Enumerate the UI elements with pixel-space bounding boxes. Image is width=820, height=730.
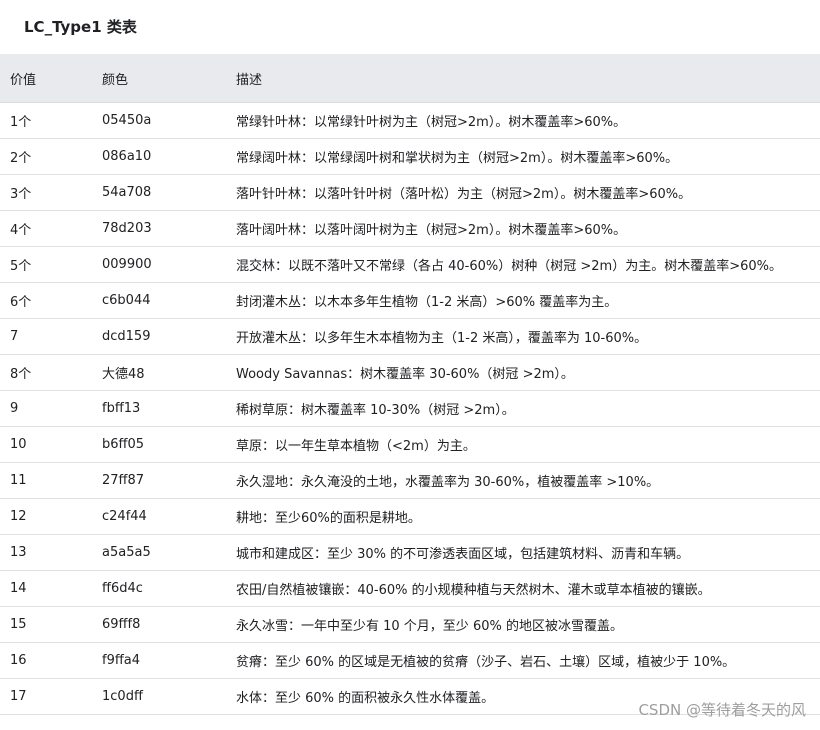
cell-value: 14 (0, 570, 92, 607)
table-row: 1个 05450a 常绿针叶林：以常绿针叶树为主（树冠>2m）。树木覆盖率>60%。 (0, 102, 820, 139)
page-title: LC_Type1 类表 (24, 18, 137, 36)
cell-description: 落叶针叶林：以落叶针叶树（落叶松）为主（树冠>2m）。树木覆盖率>60%。 (226, 174, 820, 211)
table-row: 4个 78d203 落叶阔叶林：以落叶阔叶树为主（树冠>2m）。树木覆盖率>60%。 (0, 210, 820, 247)
cell-color-code: ff6d4c (92, 570, 226, 607)
cell-description: 开放灌木丛：以多年生木本植物为主（1-2 米高），覆盖率为 10-60%。 (226, 318, 820, 355)
table-row: 10 b6ff05 草原：以一年生草本植物（<2m）为主。 (0, 426, 820, 463)
table-header-row: 价值 颜色 描述 (0, 54, 820, 103)
cell-description: 耕地：至少60%的面积是耕地。 (226, 498, 820, 535)
cell-value: 5个 (0, 246, 92, 283)
cell-value: 17 (0, 678, 92, 715)
cell-value: 2个 (0, 138, 92, 175)
header-color: 颜色 (92, 54, 226, 103)
table-row: 3个 54a708 落叶针叶林：以落叶针叶树（落叶松）为主（树冠>2m）。树木覆盖率… (0, 174, 820, 211)
cell-color-code: b6ff05 (92, 426, 226, 463)
cell-value: 3个 (0, 174, 92, 211)
table-row: 9 fbff13 稀树草原：树木覆盖率 10-30%（树冠 >2m）。 (0, 390, 820, 427)
cell-color-code: 086a10 (92, 138, 226, 175)
cell-value: 6个 (0, 282, 92, 319)
cell-value: 16 (0, 642, 92, 679)
cell-description: 稀树草原：树木覆盖率 10-30%（树冠 >2m）。 (226, 390, 820, 427)
header-description: 描述 (226, 54, 820, 103)
cell-value: 13 (0, 534, 92, 571)
cell-color-code: 009900 (92, 246, 226, 283)
cell-description: 永久湿地：永久淹没的土地，水覆盖率为 30-60%，植被覆盖率 >10%。 (226, 462, 820, 499)
table-row: 15 69fff8 永久冰雪：一年中至少有 10 个月，至少 60% 的地区被冰雪覆… (0, 606, 820, 643)
cell-color-code: 54a708 (92, 174, 226, 211)
watermark: CSDN @等待着冬天的风 (638, 701, 806, 719)
cell-color-code: 大德48 (92, 354, 226, 391)
table-row: 2个 086a10 常绿阔叶林：以常绿阔叶树和掌状树为主（树冠>2m）。树木覆盖率>… (0, 138, 820, 175)
table-row: 8个 大德48 Woody Savannas：树木覆盖率 30-60%（树冠 >2m… (0, 354, 820, 391)
cell-color-code: 27ff87 (92, 462, 226, 499)
cell-description: 常绿阔叶林：以常绿阔叶树和掌状树为主（树冠>2m）。树木覆盖率>60%。 (226, 138, 820, 175)
table-row: 16 f9ffa4 贫瘠：至少 60% 的区域是无植被的贫瘠（沙子、岩石、土壤）区域… (0, 642, 820, 679)
table-row: 11 27ff87 永久湿地：永久淹没的土地，水覆盖率为 30-60%，植被覆盖率 … (0, 462, 820, 499)
table-row: 12 c24f44 耕地：至少60%的面积是耕地。 (0, 498, 820, 535)
cell-color-code: 78d203 (92, 210, 226, 247)
cell-description: 混交林：以既不落叶又不常绿（各占 40-60%）树种（树冠 >2m）为主。树木覆… (226, 246, 820, 283)
cell-color-code: c24f44 (92, 498, 226, 535)
cell-color-code: 1c0dff (92, 678, 226, 715)
cell-description: 落叶阔叶林：以落叶阔叶树为主（树冠>2m）。树木覆盖率>60%。 (226, 210, 820, 247)
cell-description: 贫瘠：至少 60% 的区域是无植被的贫瘠（沙子、岩石、土壤）区域，植被少于 10… (226, 642, 820, 679)
header-value: 价值 (0, 54, 92, 103)
table-row: 14 ff6d4c 农田/自然植被镶嵌：40-60% 的小规模种植与天然树木、灌木或… (0, 570, 820, 607)
cell-description: 常绿针叶林：以常绿针叶树为主（树冠>2m）。树木覆盖率>60%。 (226, 102, 820, 139)
cell-value: 12 (0, 498, 92, 535)
cell-color-code: fbff13 (92, 390, 226, 427)
cell-color-code: 05450a (92, 102, 226, 139)
cell-color-code: 69fff8 (92, 606, 226, 643)
table-header: 价值 颜色 描述 (0, 54, 820, 103)
cell-color-code: a5a5a5 (92, 534, 226, 571)
cell-color-code: dcd159 (92, 318, 226, 355)
cell-color-code: c6b044 (92, 282, 226, 319)
cell-value: 4个 (0, 210, 92, 247)
cell-description: 封闭灌木丛：以木本多年生植物（1-2 米高）>60% 覆盖率为主。 (226, 282, 820, 319)
cell-description: 草原：以一年生草本植物（<2m）为主。 (226, 426, 820, 463)
cell-value: 1个 (0, 102, 92, 139)
cell-value: 10 (0, 426, 92, 463)
cell-color-code: f9ffa4 (92, 642, 226, 679)
table-row: 6个 c6b044 封闭灌木丛：以木本多年生植物（1-2 米高）>60% 覆盖率为主… (0, 282, 820, 319)
cell-value: 9 (0, 390, 92, 427)
lc-type1-class-table: 价值 颜色 描述 1个 05450a 常绿针叶林：以常绿针叶树为主（树冠>2m）。树… (0, 54, 820, 715)
cell-value: 11 (0, 462, 92, 499)
table-row: 5个 009900 混交林：以既不落叶又不常绿（各占 40-60%）树种（树冠 >2… (0, 246, 820, 283)
cell-description: 农田/自然植被镶嵌：40-60% 的小规模种植与天然树木、灌木或草本植被的镶嵌。 (226, 570, 820, 607)
cell-value: 15 (0, 606, 92, 643)
table-row: 7 dcd159 开放灌木丛：以多年生木本植物为主（1-2 米高），覆盖率为 10-… (0, 318, 820, 355)
cell-description: 城市和建成区：至少 30% 的不可渗透表面区域，包括建筑材料、沥青和车辆。 (226, 534, 820, 571)
table-row: 13 a5a5a5 城市和建成区：至少 30% 的不可渗透表面区域，包括建筑材料、沥… (0, 534, 820, 571)
cell-value: 8个 (0, 354, 92, 391)
cell-description: Woody Savannas：树木覆盖率 30-60%（树冠 >2m）。 (226, 354, 820, 391)
cell-value: 7 (0, 318, 92, 355)
cell-description: 永久冰雪：一年中至少有 10 个月，至少 60% 的地区被冰雪覆盖。 (226, 606, 820, 643)
table-body: 1个 05450a 常绿针叶林：以常绿针叶树为主（树冠>2m）。树木覆盖率>60%。… (0, 102, 820, 715)
